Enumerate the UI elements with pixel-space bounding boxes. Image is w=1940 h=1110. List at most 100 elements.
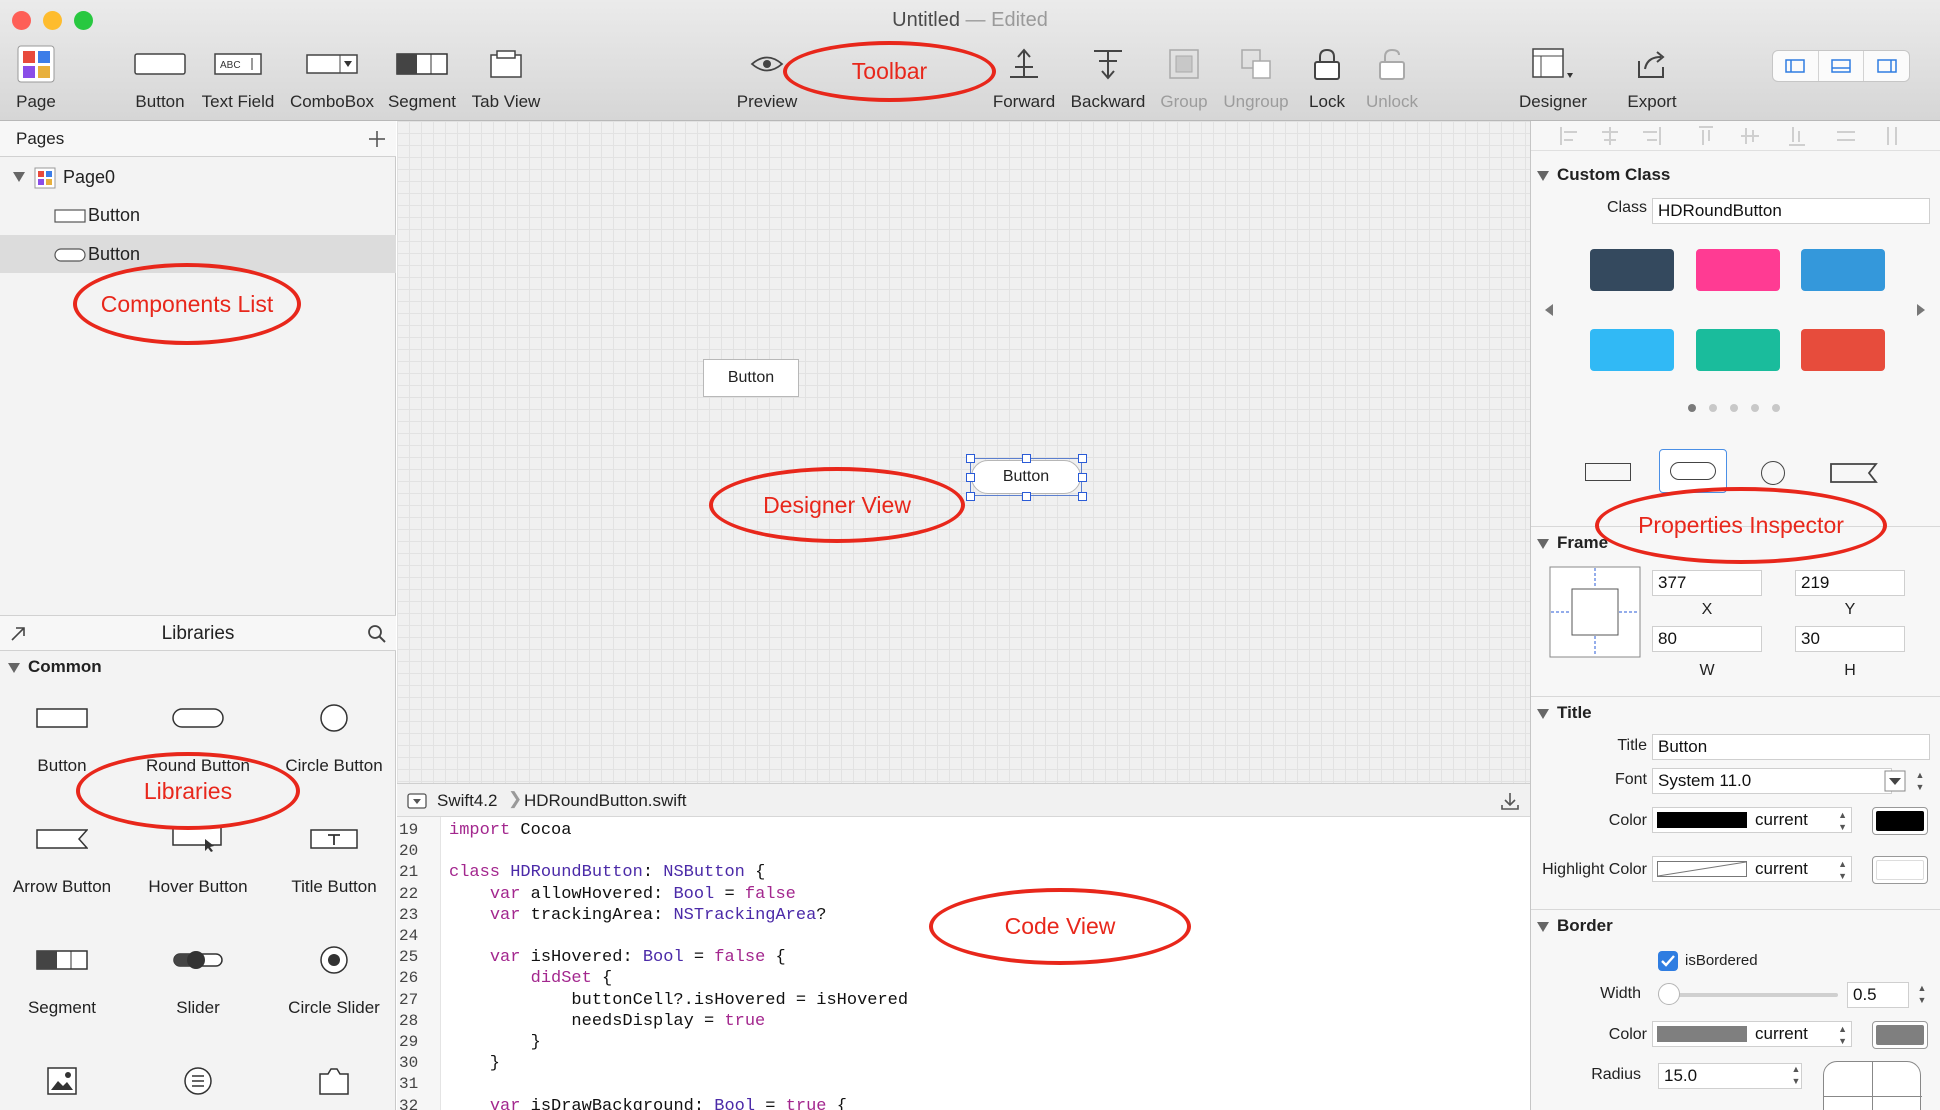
width-field[interactable]: 0.5 <box>1847 982 1909 1008</box>
resize-handle[interactable] <box>1022 492 1031 501</box>
resize-handle[interactable] <box>1078 454 1087 463</box>
library-item-image-view[interactable] <box>0 1049 130 1109</box>
code-token: var <box>489 1096 521 1110</box>
component-tree-row[interactable]: Button <box>0 196 396 234</box>
code-token: true <box>785 1096 827 1110</box>
library-item-box[interactable] <box>266 1049 402 1109</box>
title-color-well[interactable] <box>1872 807 1928 835</box>
page-tree-row[interactable]: Page0 <box>0 158 396 196</box>
disclosure-triangle-icon[interactable] <box>12 171 26 183</box>
font-picker-icon[interactable] <box>1884 770 1906 792</box>
title-color-popup[interactable]: current ▲ ▼ <box>1652 807 1852 833</box>
canvas-round-button-selected[interactable]: Button <box>971 460 1081 494</box>
style-swatch-dark[interactable] <box>1590 249 1674 291</box>
library-item-slider[interactable]: Slider <box>130 928 266 1038</box>
font-size-stepper[interactable]: ▲ ▼ <box>1913 769 1927 795</box>
highlight-color-popup[interactable]: current ▲ ▼ <box>1652 856 1852 882</box>
color-sample <box>1657 812 1747 828</box>
disclosure-triangle-icon <box>1537 170 1549 181</box>
width-slider-knob[interactable] <box>1658 983 1680 1005</box>
page-tool-button[interactable]: Page <box>0 44 86 118</box>
custom-class-header[interactable]: Custom Class <box>1537 165 1670 185</box>
language-breadcrumb[interactable]: Swift4.2 <box>437 791 497 811</box>
line-number: 32 <box>399 1096 419 1110</box>
resize-handle[interactable] <box>1078 473 1087 482</box>
tab-view-tool-button[interactable]: Tab View <box>456 44 556 118</box>
code-file-icon[interactable] <box>407 793 427 809</box>
border-header[interactable]: Border <box>1537 916 1613 936</box>
right-panel-icon <box>1876 59 1897 73</box>
chevron-left-icon[interactable] <box>1543 303 1555 317</box>
border-color-well[interactable] <box>1872 1021 1928 1049</box>
width-slider[interactable] <box>1658 993 1838 997</box>
library-item-circle-slider[interactable]: Circle Slider <box>266 928 402 1038</box>
style-swatch-sky[interactable] <box>1590 329 1674 371</box>
download-icon[interactable] <box>1500 791 1520 811</box>
page-dot[interactable] <box>1772 404 1780 412</box>
library-item-segment[interactable]: Segment <box>0 928 130 1038</box>
page-dot-active[interactable] <box>1688 404 1696 412</box>
frame-x-field[interactable]: 377 <box>1652 570 1762 596</box>
style-swatch-pink[interactable] <box>1696 249 1780 291</box>
canvas-button[interactable]: Button <box>703 359 799 397</box>
round-button-icon <box>130 696 266 740</box>
page-dot[interactable] <box>1751 404 1759 412</box>
frame-w-field[interactable]: 80 <box>1652 626 1762 652</box>
library-item-arrow-button[interactable]: Arrow Button <box>0 807 130 917</box>
style-swatch-blue[interactable] <box>1801 249 1885 291</box>
class-field[interactable]: HDRoundButton <box>1652 198 1930 224</box>
export-tool-button[interactable]: Export <box>1602 44 1702 118</box>
code-editor[interactable]: 19 20 21 22 23 24 25 26 27 28 29 30 31 32 import Coco… <box>397 817 1530 1110</box>
code-path-bar: Swift4.2 ❯ HDRoundButton.swift <box>397 783 1530 817</box>
frame-header[interactable]: Frame <box>1537 533 1608 553</box>
style-swatch-teal[interactable] <box>1696 329 1780 371</box>
border-color-popup[interactable]: current ▲ ▼ <box>1652 1021 1852 1047</box>
common-section-header[interactable]: Common <box>8 657 102 677</box>
resize-handle[interactable] <box>1078 492 1087 501</box>
highlight-color-well[interactable] <box>1872 856 1928 884</box>
title-header[interactable]: Title <box>1537 703 1592 723</box>
style-swatch-red[interactable] <box>1801 329 1885 371</box>
toggle-bottom-panel-button[interactable] <box>1819 51 1865 81</box>
frame-y-field[interactable]: 219 <box>1795 570 1905 596</box>
list-icon <box>130 1059 266 1103</box>
autoresize-box[interactable] <box>1549 566 1641 658</box>
resize-handle[interactable] <box>966 492 975 501</box>
border-color-label: Color <box>1608 1026 1647 1043</box>
line-number: 20 <box>399 842 419 861</box>
library-item-title-button[interactable]: Title Button <box>266 807 402 917</box>
resize-handle[interactable] <box>966 473 975 482</box>
code-token: NSTrackingArea <box>673 905 817 925</box>
shape-circle-option[interactable] <box>1761 461 1785 485</box>
library-item-list[interactable] <box>130 1049 266 1109</box>
export-tool-label: Export <box>1627 92 1677 111</box>
text-field-icon: ABC <box>188 44 288 84</box>
search-icon[interactable] <box>367 624 387 644</box>
is-bordered-checkbox[interactable] <box>1658 951 1678 971</box>
designer-canvas[interactable]: Button Button <box>397 121 1530 783</box>
chevron-right-icon[interactable] <box>1915 303 1927 317</box>
width-stepper[interactable]: ▲ ▼ <box>1915 982 1929 1008</box>
corner-radius-preview[interactable] <box>1823 1061 1922 1110</box>
toggle-right-panel-button[interactable] <box>1864 51 1909 81</box>
shape-arrow-option[interactable] <box>1830 461 1878 485</box>
page-dot[interactable] <box>1709 404 1717 412</box>
toggle-left-panel-button[interactable] <box>1773 51 1819 81</box>
shape-round-option-selected[interactable] <box>1659 449 1727 493</box>
resize-handle[interactable] <box>966 454 975 463</box>
resize-handle[interactable] <box>1022 454 1031 463</box>
frame-h-field[interactable]: 30 <box>1795 626 1905 652</box>
code-token: Cocoa <box>510 821 572 840</box>
unlock-tool-button[interactable]: Unlock <box>1342 44 1442 118</box>
line-number: 30 <box>399 1054 419 1073</box>
add-page-icon[interactable] <box>368 130 386 148</box>
code-line: } <box>449 1033 541 1052</box>
filename-breadcrumb[interactable]: HDRoundButton.swift <box>524 791 687 811</box>
shape-rect-option[interactable] <box>1585 463 1631 481</box>
font-field[interactable]: System 11.0 <box>1652 768 1892 794</box>
page-dot[interactable] <box>1730 404 1738 412</box>
line-number: 26 <box>399 969 419 988</box>
radius-field[interactable]: 15.0 <box>1658 1063 1802 1089</box>
title-field[interactable]: Button <box>1652 734 1930 760</box>
radius-stepper[interactable]: ▲ ▼ <box>1789 1063 1803 1089</box>
